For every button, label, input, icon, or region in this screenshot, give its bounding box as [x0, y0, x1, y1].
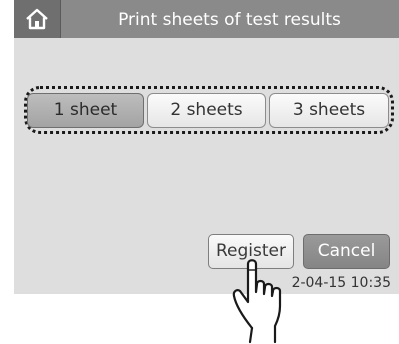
home-button[interactable]: [14, 0, 61, 38]
datetime-display: 2-04-15 10:35: [291, 275, 391, 291]
title-bar: Print sheets of test results: [14, 0, 399, 38]
cancel-button[interactable]: Cancel: [303, 234, 390, 269]
home-icon: [26, 8, 48, 30]
touch-screen: Print sheets of test results 1 sheet 2 s…: [14, 0, 399, 294]
option-3-sheets[interactable]: 3 sheets: [269, 93, 389, 128]
option-2-sheets[interactable]: 2 sheets: [147, 93, 266, 128]
tap-hand-icon: [232, 259, 282, 344]
page-title: Print sheets of test results: [118, 10, 341, 30]
option-1-sheet[interactable]: 1 sheet: [27, 93, 144, 128]
